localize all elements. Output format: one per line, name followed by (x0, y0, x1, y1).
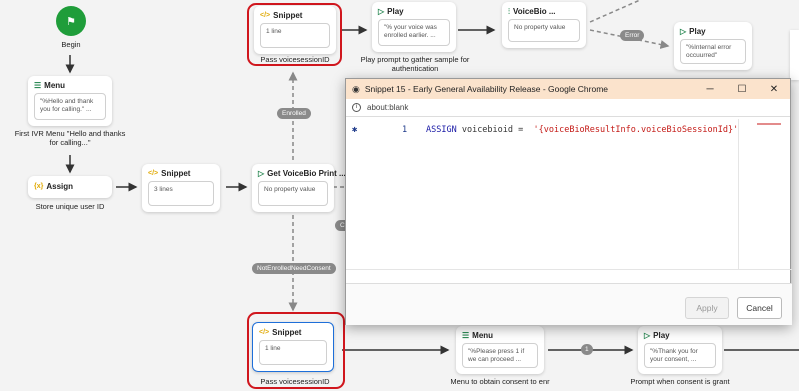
node-title: Menu (44, 81, 66, 90)
dialog-footer: Apply Cancel (346, 283, 792, 325)
enrolled-pill: Enrolled (277, 108, 311, 119)
node-title: Snippet (273, 11, 303, 20)
play-bottom-caption: Prompt when consent is grant (630, 377, 730, 386)
maximize-button[interactable]: ☐ (726, 84, 758, 95)
snippet-editor-window[interactable]: ◉ Snippet 15 - Early General Availabilit… (345, 78, 792, 325)
node-title: Assign (46, 182, 74, 191)
node-body: "%Hello and thank you for calling." ... (34, 93, 106, 120)
node-body: "%Please press 1 if we can proceed ... (462, 343, 538, 368)
menu-node-bottom[interactable]: ☰ Menu "%Please press 1 if we can proceed… (456, 326, 544, 374)
node-title: Get VoiceBio Print ... (267, 169, 346, 178)
info-icon[interactable]: i (352, 103, 361, 112)
node-title: Snippet (272, 328, 302, 337)
snippet-node-bottom[interactable]: </> Snippet 1 line (252, 322, 334, 372)
address-text: about:blank (367, 103, 409, 112)
code-line[interactable]: ASSIGN voicebioid = '{voiceBioResultInfo… (426, 125, 738, 135)
globe-icon: ◉ (352, 83, 360, 94)
snippet-top-caption: Pass voicesessionID (260, 55, 330, 64)
node-title: Play (653, 331, 670, 340)
offscreen-node[interactable] (790, 30, 799, 80)
play-node-bottom[interactable]: ▷ Play "%Thank you for your consent, ... (638, 326, 722, 374)
horizontal-scrollbar[interactable] (346, 269, 792, 281)
menu-node-first[interactable]: ☰ Menu "%Hello and thank you for calling.… (28, 76, 112, 126)
error-pill: Error (620, 30, 645, 41)
close-button[interactable]: ✕ (758, 84, 790, 95)
node-body: No property value (258, 181, 328, 206)
node-title: VoiceBio ... (513, 7, 556, 16)
menu-icon: ☰ (462, 330, 470, 340)
code-string: '{voiceBioResultInfo.voiceBioSessionId}' (533, 125, 739, 135)
debug-bug-icon[interactable]: ✱ (352, 125, 357, 135)
menu-icon: ☰ (34, 80, 42, 90)
apply-button[interactable]: Apply (685, 297, 729, 319)
node-body: 3 lines (148, 181, 214, 206)
get-voicebio-node[interactable]: ▷ Get VoiceBio Print ... No property valu… (252, 164, 346, 212)
play-icon: ▷ (378, 6, 385, 16)
node-body: "% your voice was enrolled earlier. ... (378, 19, 450, 46)
assign-node[interactable]: {x} Assign (28, 176, 112, 198)
node-title: Play (387, 7, 404, 16)
flag-icon: ⚑ (66, 15, 76, 28)
menu-first-caption: First IVR Menu "Hello and thanks for cal… (14, 129, 126, 147)
variable-icon: {x} (34, 182, 44, 190)
play-node-error[interactable]: ▷ Play "%Internal error occuurred" (674, 22, 752, 70)
node-title: Snippet (161, 169, 191, 178)
code-keyword: ASSIGN (426, 125, 457, 135)
play-icon: ▷ (644, 330, 651, 340)
code-icon: </> (260, 11, 271, 19)
snippet-bottom-caption: Pass voicesessionID (260, 377, 330, 386)
play-top-caption: Play prompt to gather sample for authent… (360, 55, 470, 73)
begin-label: Begin (61, 40, 81, 49)
minimize-button[interactable]: ─ (694, 84, 726, 95)
editor-minimap[interactable] (738, 119, 790, 269)
play-icon: ▷ (680, 26, 687, 36)
minimap-marker (757, 123, 781, 125)
code-variable: voicebioid = (456, 125, 529, 135)
assign-caption: Store unique user ID (35, 202, 105, 211)
begin-node[interactable]: ⚑ (56, 6, 86, 36)
snippet-node-top[interactable]: </> Snippet 1 line (254, 6, 336, 54)
voiceprint-icon: ⫶ (508, 6, 510, 16)
node-body: 1 line (259, 340, 327, 365)
node-body: "%Internal error occuurred" (680, 39, 746, 64)
menu-bottom-caption: Menu to obtain consent to enr (450, 377, 550, 386)
window-titlebar[interactable]: ◉ Snippet 15 - Early General Availabilit… (346, 79, 790, 99)
voicebio-node-top[interactable]: ⫶ VoiceBio ... No property value (502, 2, 586, 48)
snippet-node-mid[interactable]: </> Snippet 3 lines (142, 164, 220, 212)
not-enrolled-pill: NotEnrolledNeedConsent (252, 263, 336, 274)
cancel-button[interactable]: Cancel (737, 297, 782, 319)
node-body: "%Thank you for your consent, ... (644, 343, 716, 368)
line-number: 1 (402, 125, 408, 135)
node-title: Menu (472, 331, 494, 340)
node-body: No property value (508, 19, 580, 42)
play-icon: ▷ (258, 168, 265, 178)
address-bar[interactable]: i about:blank (346, 99, 790, 117)
window-title: Snippet 15 - Early General Availability … (364, 84, 609, 94)
code-icon: </> (148, 169, 159, 177)
code-icon: </> (259, 328, 270, 336)
node-title: Play (689, 27, 706, 36)
code-editor[interactable]: ✱ 1 ASSIGN voicebioid = '{voiceBioResult… (346, 119, 738, 269)
node-body: 1 line (260, 23, 330, 48)
option-one-pill: 1 (581, 344, 593, 355)
play-node-top[interactable]: ▷ Play "% your voice was enrolled earlier… (372, 2, 456, 52)
